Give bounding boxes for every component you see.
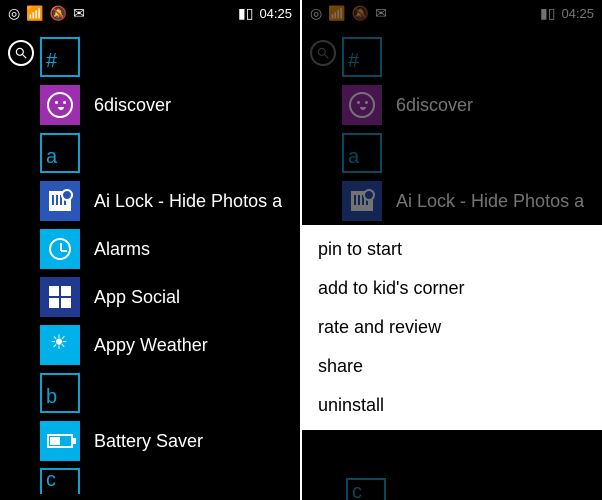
app-tile-icon	[40, 325, 80, 365]
app-label: App Social	[94, 287, 180, 308]
menu-pin-to-start[interactable]: pin to start	[318, 239, 602, 260]
section-label: #	[348, 50, 359, 73]
nfc-icon: ◎	[8, 6, 20, 20]
clock: 04:25	[259, 6, 292, 21]
section-header-b[interactable]: b	[40, 372, 296, 414]
message-icon: ✉	[375, 6, 387, 20]
screen-context-menu: ◎ 📶 🔕 ✉ ▮▯ 04:25 #	[302, 0, 602, 500]
app-label: Ai Lock - Hide Photos a	[396, 191, 584, 212]
menu-uninstall[interactable]: uninstall	[318, 395, 602, 416]
safe-icon	[49, 191, 71, 211]
app-item-6discover: 6discover	[342, 84, 598, 126]
section-label: #	[46, 50, 57, 73]
section-header-c[interactable]: c	[40, 468, 296, 494]
app-label: Alarms	[94, 239, 150, 260]
search-button[interactable]	[310, 40, 336, 66]
battery-icon: ▮▯	[238, 6, 253, 20]
section-label: a	[348, 146, 359, 169]
app-label: 6discover	[94, 95, 171, 116]
section-label: a	[46, 146, 57, 169]
section-header-hash[interactable]: #	[40, 36, 296, 78]
battery-icon	[47, 434, 73, 448]
app-tile-icon	[40, 181, 80, 221]
app-item-appyweather[interactable]: Appy Weather	[40, 324, 296, 366]
app-tile-icon	[40, 421, 80, 461]
app-item-ailock-selected[interactable]: Ai Lock - Hide Photos a	[342, 180, 598, 222]
wifi-icon: 📶	[26, 6, 43, 20]
menu-share[interactable]: share	[318, 356, 602, 377]
menu-add-kids-corner[interactable]: add to kid's corner	[318, 278, 602, 299]
wifi-icon: 📶	[328, 6, 345, 20]
app-label: 6discover	[396, 95, 473, 116]
app-tile-icon	[40, 85, 80, 125]
section-label: b	[46, 386, 57, 409]
alarm-icon	[49, 238, 71, 260]
grid-icon	[49, 286, 71, 308]
six-icon	[349, 92, 375, 118]
section-header-hash: #	[342, 36, 598, 78]
app-item-alarms[interactable]: Alarms	[40, 228, 296, 270]
section-header-c: c	[346, 478, 386, 500]
app-tile-icon	[40, 277, 80, 317]
screen-app-list: ◎ 📶 🔕 ✉ ▮▯ 04:25 #	[0, 0, 300, 500]
app-label: Ai Lock - Hide Photos a	[94, 191, 282, 212]
section-header-a[interactable]: a	[40, 132, 296, 174]
sun-icon	[48, 333, 72, 357]
section-label: c	[352, 481, 362, 500]
app-label: Battery Saver	[94, 431, 203, 452]
app-tile-icon	[342, 85, 382, 125]
app-item-batterysaver[interactable]: Battery Saver	[40, 420, 296, 462]
battery-icon: ▮▯	[540, 6, 555, 20]
section-label: c	[46, 469, 56, 492]
app-item-ailock[interactable]: Ai Lock - Hide Photos a	[40, 180, 296, 222]
silent-icon: 🔕	[50, 6, 67, 20]
app-item-appsocial[interactable]: App Social	[40, 276, 296, 318]
app-item-6discover[interactable]: 6discover	[40, 84, 296, 126]
app-tile-icon	[40, 229, 80, 269]
search-button[interactable]	[8, 40, 34, 66]
menu-rate-review[interactable]: rate and review	[318, 317, 602, 338]
silent-icon: 🔕	[352, 6, 369, 20]
section-header-a: a	[342, 132, 598, 174]
search-icon	[14, 46, 28, 60]
six-icon	[47, 92, 73, 118]
nfc-icon: ◎	[310, 6, 322, 20]
app-tile-icon	[342, 181, 382, 221]
clock: 04:25	[561, 6, 594, 21]
safe-icon	[351, 191, 373, 211]
message-icon: ✉	[73, 6, 85, 20]
status-bar: ◎ 📶 🔕 ✉ ▮▯ 04:25	[302, 0, 602, 24]
search-icon	[316, 46, 330, 60]
status-bar: ◎ 📶 🔕 ✉ ▮▯ 04:25	[0, 0, 300, 24]
context-menu: pin to start add to kid's corner rate an…	[302, 225, 602, 430]
app-label: Appy Weather	[94, 335, 208, 356]
